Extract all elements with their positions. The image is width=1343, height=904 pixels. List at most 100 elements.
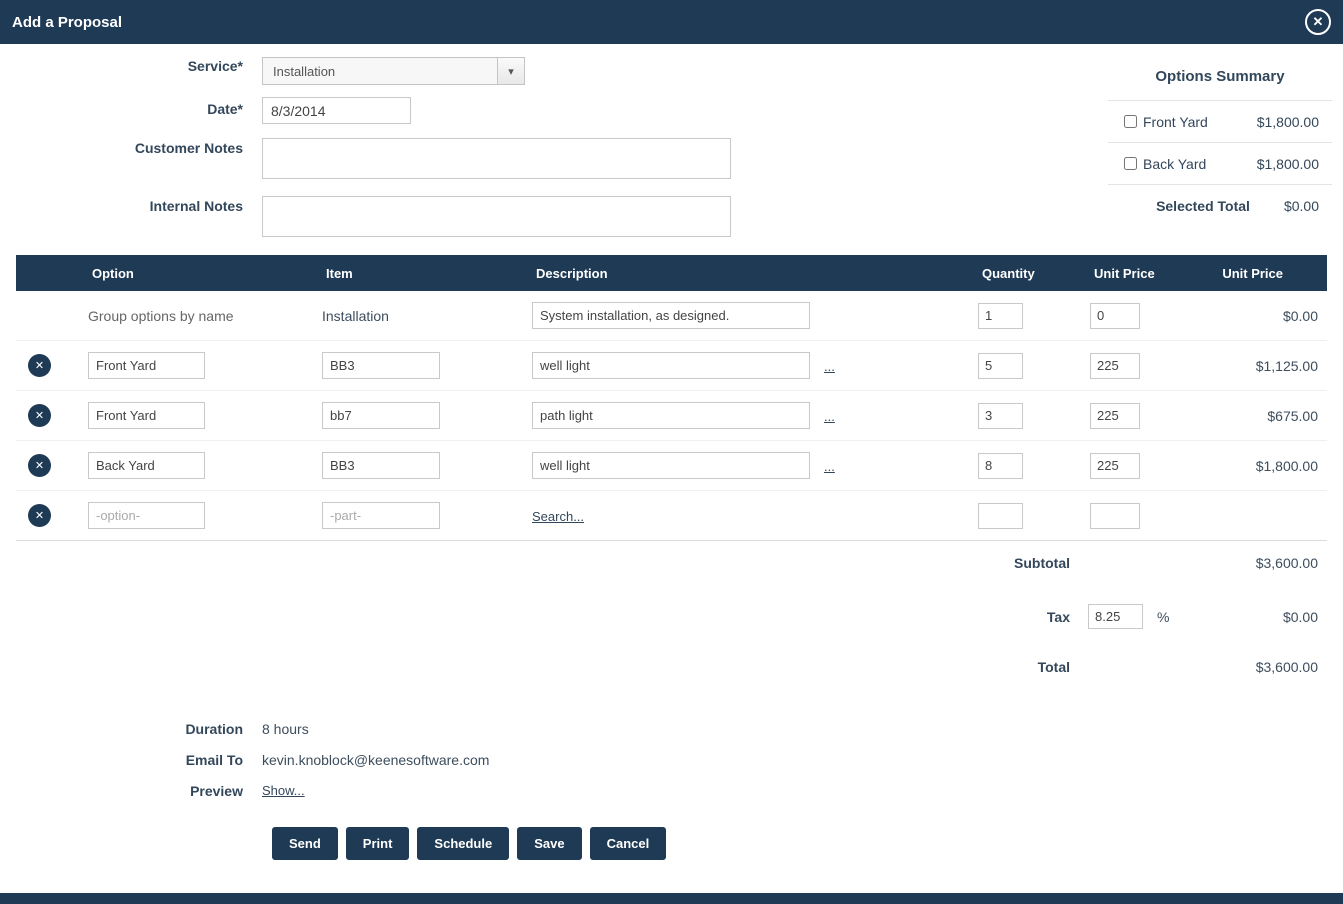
tax-row: Tax % $0.00 (700, 604, 1318, 629)
duration-label: Duration (0, 721, 243, 737)
quantity-input[interactable] (978, 353, 1023, 379)
email-to-label: Email To (0, 752, 243, 768)
delete-row-icon[interactable]: ✕ (28, 354, 51, 377)
unit-price-input[interactable] (1090, 453, 1140, 479)
schedule-button[interactable]: Schedule (417, 827, 509, 860)
front-yard-checkbox[interactable] (1124, 115, 1137, 128)
item-input[interactable] (322, 452, 440, 479)
table-row: ✕ ... $675.00 (16, 391, 1327, 441)
selected-total-amount: $0.00 (1284, 198, 1319, 214)
close-icon[interactable]: ✕ (1305, 9, 1331, 35)
option-input[interactable] (88, 402, 205, 429)
option-amount: $1,800.00 (1257, 114, 1319, 130)
bottom-bar (0, 893, 1343, 904)
new-item-row: ✕ Search... (16, 491, 1327, 541)
table-row: Group options by name Installation $0.00 (16, 291, 1327, 341)
quantity-input[interactable] (978, 303, 1023, 329)
tax-label: Tax (700, 609, 1070, 625)
customer-notes-input[interactable] (262, 138, 731, 179)
options-summary-row: Front Yard $1,800.00 (1108, 100, 1332, 142)
options-summary-panel: Options Summary Front Yard $1,800.00 Bac… (1108, 60, 1332, 226)
back-yard-checkbox[interactable] (1124, 157, 1137, 170)
service-dropdown-value: Installation (263, 64, 497, 79)
service-label: Service* (0, 58, 243, 74)
internal-notes-input[interactable] (262, 196, 731, 237)
row-item-text: Installation (322, 308, 532, 324)
total-row: Total $3,600.00 (700, 659, 1318, 675)
table-header: Option Item Description Quantity Unit Pr… (16, 255, 1327, 291)
delete-row-icon[interactable]: ✕ (28, 454, 51, 477)
subtotal-amount: $3,600.00 (1256, 555, 1318, 571)
table-row: ✕ ... $1,125.00 (16, 341, 1327, 391)
send-button[interactable]: Send (272, 827, 338, 860)
option-label: Front Yard (1143, 114, 1208, 130)
row-total: $0.00 (1186, 308, 1327, 324)
options-summary-row: Back Yard $1,800.00 (1108, 142, 1332, 184)
row-total: $1,125.00 (1186, 358, 1327, 374)
customer-notes-label: Customer Notes (0, 140, 243, 156)
delete-row-icon[interactable]: ✕ (28, 404, 51, 427)
new-part-input[interactable] (322, 502, 440, 529)
description-input[interactable] (532, 402, 810, 429)
option-label: Back Yard (1143, 156, 1206, 172)
header-quantity: Quantity (978, 266, 1090, 281)
header-description: Description (532, 266, 824, 281)
delete-row-icon[interactable]: ✕ (28, 504, 51, 527)
table-row: ✕ ... $1,800.00 (16, 441, 1327, 491)
search-link[interactable]: Search... (532, 509, 584, 524)
option-amount: $1,800.00 (1257, 156, 1319, 172)
row-option-text: Group options by name (88, 308, 322, 324)
options-summary-title: Options Summary (1108, 60, 1332, 100)
items-table: Option Item Description Quantity Unit Pr… (16, 255, 1327, 541)
tax-amount: $0.00 (1283, 609, 1318, 625)
unit-price-input[interactable] (1090, 403, 1140, 429)
service-dropdown[interactable]: Installation ▾ (262, 57, 525, 85)
description-input[interactable] (532, 302, 810, 329)
more-link[interactable]: ... (824, 359, 835, 374)
total-label: Total (700, 659, 1070, 675)
percent-sign: % (1157, 609, 1169, 625)
row-total: $675.00 (1186, 408, 1327, 424)
header-option: Option (88, 266, 322, 281)
description-input[interactable] (532, 452, 810, 479)
tax-rate-input[interactable] (1088, 604, 1143, 629)
item-input[interactable] (322, 352, 440, 379)
save-button[interactable]: Save (517, 827, 581, 860)
selected-total-row: Selected Total $0.00 (1108, 184, 1332, 226)
unit-price-input[interactable] (1090, 353, 1140, 379)
new-unit-price-input[interactable] (1090, 503, 1140, 529)
quantity-input[interactable] (978, 403, 1023, 429)
duration-value: 8 hours (262, 721, 309, 737)
modal-header: Add a Proposal ✕ (0, 0, 1343, 44)
selected-total-label: Selected Total (1156, 198, 1250, 214)
unit-price-input[interactable] (1090, 303, 1140, 329)
header-unit-price: Unit Price (1090, 266, 1186, 281)
description-input[interactable] (532, 352, 810, 379)
more-link[interactable]: ... (824, 459, 835, 474)
row-total: $1,800.00 (1186, 458, 1327, 474)
option-input[interactable] (88, 452, 205, 479)
print-button[interactable]: Print (346, 827, 410, 860)
item-input[interactable] (322, 402, 440, 429)
subtotal-row: Subtotal $3,600.00 (700, 555, 1318, 571)
more-link[interactable]: ... (824, 409, 835, 424)
preview-show-link[interactable]: Show... (262, 783, 305, 799)
date-input[interactable] (262, 97, 411, 124)
action-buttons: Send Print Schedule Save Cancel (272, 827, 666, 860)
preview-label: Preview (0, 783, 243, 799)
new-option-input[interactable] (88, 502, 205, 529)
modal-title: Add a Proposal (12, 14, 122, 31)
header-total: Unit Price (1186, 266, 1327, 281)
subtotal-label: Subtotal (700, 555, 1070, 571)
internal-notes-label: Internal Notes (0, 198, 243, 214)
chevron-down-icon[interactable]: ▾ (497, 58, 524, 84)
cancel-button[interactable]: Cancel (590, 827, 667, 860)
header-item: Item (322, 266, 532, 281)
quantity-input[interactable] (978, 453, 1023, 479)
option-input[interactable] (88, 352, 205, 379)
email-to-row: Email To kevin.knoblock@keenesoftware.co… (0, 752, 489, 768)
email-to-value: kevin.knoblock@keenesoftware.com (262, 752, 489, 768)
preview-row: Preview Show... (0, 783, 305, 799)
total-amount: $3,600.00 (1256, 659, 1318, 675)
new-quantity-input[interactable] (978, 503, 1023, 529)
